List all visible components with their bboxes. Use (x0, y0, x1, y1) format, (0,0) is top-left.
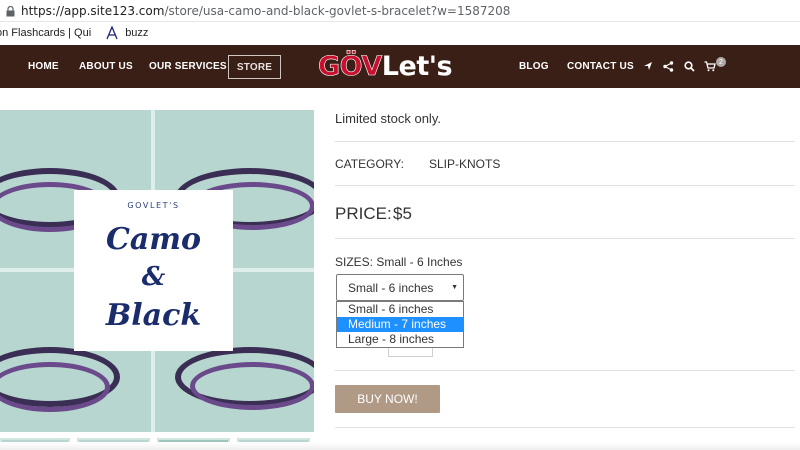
search-icon[interactable] (683, 60, 695, 72)
bookmark-label: buzz (125, 27, 149, 39)
nav-about-us[interactable]: ABOUT US (79, 61, 133, 72)
stock-note: Limited stock only. (335, 111, 441, 126)
url-text[interactable]: https://app.site123.com/store/usa-camo-a… (21, 4, 510, 18)
nav-our-services[interactable]: OUR SERVICES (149, 61, 227, 72)
buzz-logo-icon (105, 26, 119, 40)
category-label: CATEGORY: (335, 157, 404, 171)
share-icon[interactable] (662, 60, 674, 72)
bookmark-label: on Flashcards | Qui (0, 27, 92, 39)
size-option-large[interactable]: Large - 8 inches (337, 332, 463, 347)
size-option-medium[interactable]: Medium - 7 inches (337, 317, 463, 332)
divider (335, 370, 795, 371)
card-line-camo: Camo (105, 222, 202, 257)
bookmark-flashcards[interactable]: on Flashcards | Qui (0, 27, 91, 39)
bookmark-buzz[interactable]: buzz (105, 26, 148, 40)
dropdown-arrow-icon: ▼ (451, 284, 458, 291)
cart-icon[interactable] (704, 60, 716, 72)
location-arrow-icon[interactable] (642, 60, 654, 72)
size-option-small[interactable]: Small - 6 inches (337, 302, 463, 317)
buy-now-button[interactable]: BUY NOW! (335, 385, 440, 413)
url-path: /store/usa-camo-and-black-govlet-s-brace… (164, 3, 511, 18)
url-host: https://app.site123.com (21, 3, 165, 18)
logo-white-text: Let's (381, 51, 453, 82)
card-line-ampersand: & (141, 262, 166, 292)
size-dropdown-list: Small - 6 inches Medium - 7 inches Large… (336, 301, 464, 348)
page-edge (0, 442, 800, 450)
size-select-value: Small - 6 inches (348, 280, 434, 295)
site-logo[interactable]: GÖV Let's (318, 51, 453, 83)
cart-count-badge: 2 (716, 57, 726, 67)
divider (335, 238, 795, 239)
price-value: $5 (393, 204, 412, 223)
lock-icon[interactable] (6, 5, 15, 16)
card-brand: GOVLET'S (127, 201, 180, 210)
logo-red-text: GÖV (318, 51, 383, 83)
divider (335, 427, 795, 428)
bookmarks-bar: on Flashcards | Qui buzz (0, 22, 800, 44)
size-select[interactable]: Small - 6 inches ▼ (336, 274, 464, 301)
nav-home[interactable]: HOME (28, 61, 59, 72)
divider (335, 185, 795, 186)
site-navbar: HOME ABOUT US OUR SERVICES STORE GÖV Let'… (0, 45, 800, 88)
nav-blog[interactable]: BLOG (519, 61, 549, 72)
address-bar[interactable]: https://app.site123.com/store/usa-camo-a… (0, 0, 800, 22)
price-label: PRICE: (335, 204, 392, 223)
category-link[interactable]: SLIP-KNOTS (429, 157, 500, 171)
nav-contact-us[interactable]: CONTACT US (567, 61, 634, 72)
product-label-card: GOVLET'S Camo & Black (74, 190, 233, 351)
nav-store[interactable]: STORE (228, 55, 281, 79)
card-line-black: Black (105, 298, 202, 333)
divider (335, 141, 795, 142)
sizes-label: SIZES: Small - 6 Inches (335, 255, 463, 269)
